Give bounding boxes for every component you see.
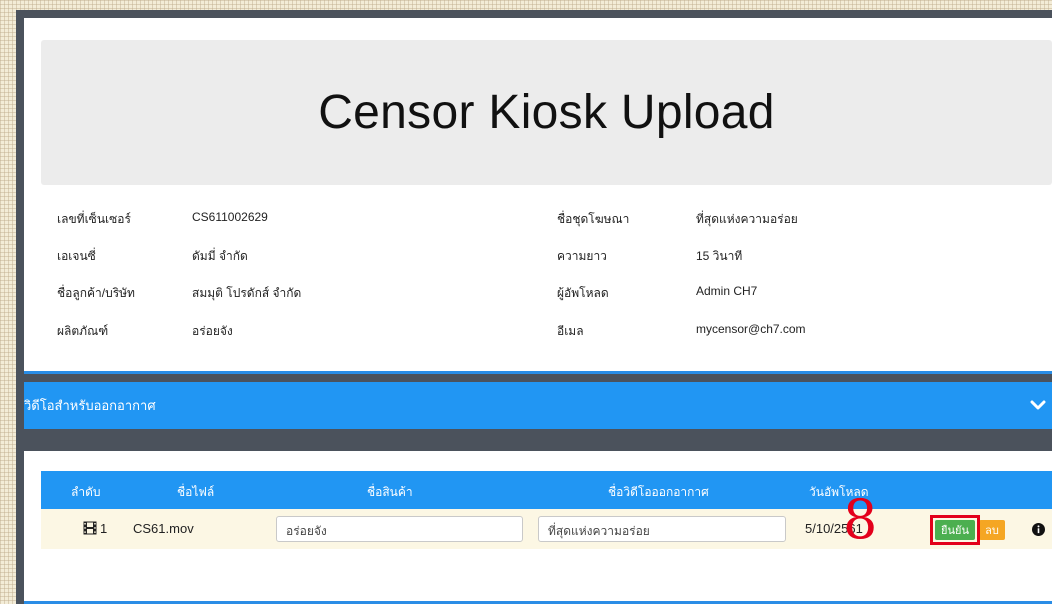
broadcast-video-name-input[interactable]: ที่สุดแห่งความอร่อย xyxy=(538,516,786,542)
info-value: Admin CH7 xyxy=(696,284,758,298)
col-header-product: ชื่อสินค้า xyxy=(367,485,413,499)
col-header-video-name: ชื่อวิดีโอออกอากาศ xyxy=(608,485,709,499)
info-value: CS611002629 xyxy=(192,210,268,224)
product-name-input[interactable]: อร่อยจัง xyxy=(276,516,523,542)
info-value: 15 วินาที xyxy=(696,249,743,263)
app-frame: Censor Kiosk Upload เลขที่เซ็นเซอร์ CS61… xyxy=(16,10,1052,604)
table-row: 1 CS61.mov อร่อยจัง ที่สุดแห่งความอร่อย … xyxy=(41,509,1052,549)
info-label: ชื่อชุดโฆษณา xyxy=(557,212,630,226)
info-value: ที่สุดแห่งความอร่อย xyxy=(696,212,798,226)
delete-button[interactable]: ลบ xyxy=(979,520,1005,540)
video-table-card: ลำดับ ชื่อไฟล์ ชื่อสินค้า ชื่อวิดีโอออกอ… xyxy=(24,451,1052,604)
section-header-broadcast-video[interactable]: วิดีโอสำหรับออกอากาศ xyxy=(24,382,1052,429)
section-title: วิดีโอสำหรับออกอากาศ xyxy=(24,398,156,413)
info-label: ผลิตภัณฑ์ xyxy=(57,324,109,338)
info-value: mycensor@ch7.com xyxy=(696,322,806,336)
page-title: Censor Kiosk Upload xyxy=(318,86,775,139)
row-index: 1 xyxy=(100,521,108,536)
chevron-down-icon[interactable] xyxy=(1030,397,1046,413)
info-row-agency: เอเจนซี่ ดัมมี่ จำกัด ความยาว 15 วินาที xyxy=(24,247,1052,267)
row-filename: CS61.mov xyxy=(133,521,194,536)
info-value: สมมุติ โปรดักส์ จำกัด xyxy=(192,286,302,300)
info-label: เอเจนซี่ xyxy=(57,249,96,263)
info-label: ชื่อลูกค้า/บริษัท xyxy=(57,286,135,300)
info-icon[interactable] xyxy=(1032,523,1045,536)
info-label: เลขที่เซ็นเซอร์ xyxy=(57,212,131,226)
page-header: Censor Kiosk Upload xyxy=(41,40,1052,185)
upload-info-card: Censor Kiosk Upload เลขที่เซ็นเซอร์ CS61… xyxy=(24,18,1052,374)
info-label: อีเมล xyxy=(557,324,584,338)
info-row-customer: ชื่อลูกค้า/บริษัท สมมุติ โปรดักส์ จำกัด … xyxy=(24,284,1052,304)
info-row-product: ผลิตภัณฑ์ อร่อยจัง อีเมล mycensor@ch7.co… xyxy=(24,322,1052,342)
info-label: ผู้อัพโหลด xyxy=(557,286,609,300)
annotation-highlight-box xyxy=(930,515,980,545)
col-header-index: ลำดับ xyxy=(71,485,101,499)
col-header-filename: ชื่อไฟล์ xyxy=(177,485,215,499)
info-row-censor-no: เลขที่เซ็นเซอร์ CS611002629 ชื่อชุดโฆษณา… xyxy=(24,210,1052,230)
annotation-step-number: 8 xyxy=(843,488,878,551)
info-value: ดัมมี่ จำกัด xyxy=(192,249,248,263)
table-header: ลำดับ ชื่อไฟล์ ชื่อสินค้า ชื่อวิดีโอออกอ… xyxy=(41,471,1052,509)
info-value: อร่อยจัง xyxy=(192,324,233,338)
info-label: ความยาว xyxy=(557,249,607,263)
film-icon xyxy=(83,521,97,535)
